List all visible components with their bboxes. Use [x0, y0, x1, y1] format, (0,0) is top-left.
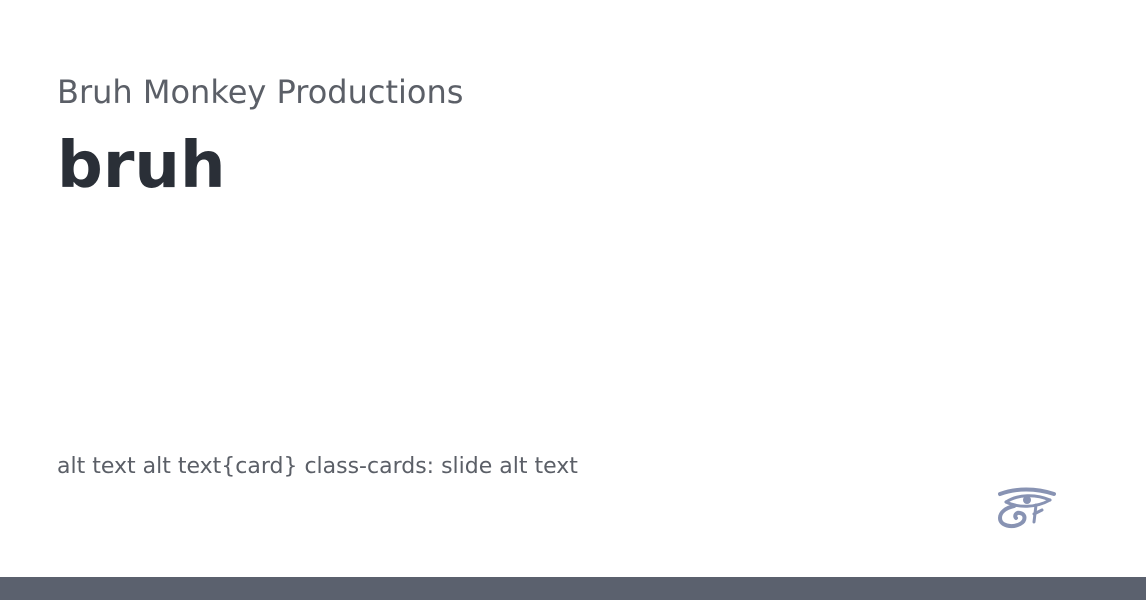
- page-description: alt text alt text{card} class-cards: sli…: [57, 454, 578, 479]
- page-title: bruh: [57, 129, 226, 203]
- footer-bar: [0, 577, 1146, 600]
- eye-of-horus-icon: [998, 487, 1056, 528]
- site-name: Bruh Monkey Productions: [57, 73, 464, 111]
- social-preview-card: Bruh Monkey Productions bruh alt text al…: [0, 0, 1146, 600]
